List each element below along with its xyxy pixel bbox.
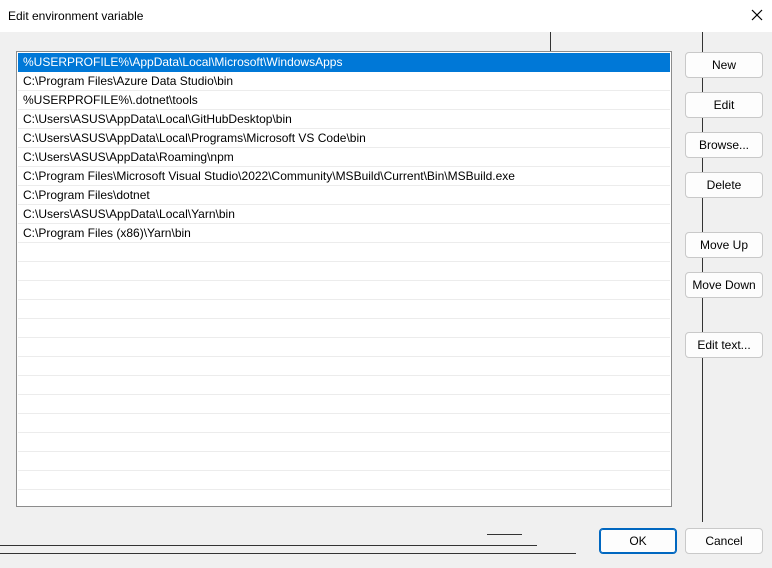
edit-environment-variable-dialog: Edit environment variable %USERPROFILE%\… [0,0,772,568]
close-button[interactable] [742,0,772,30]
dialog-title: Edit environment variable [8,9,144,23]
empty-list-row[interactable] [18,319,670,338]
empty-list-row[interactable] [18,452,670,471]
path-list-item[interactable]: C:\Program Files\Azure Data Studio\bin [18,72,670,91]
new-button[interactable]: New [685,52,763,78]
empty-list-row[interactable] [18,338,670,357]
move-up-button[interactable]: Move Up [685,232,763,258]
background-line [487,534,522,535]
path-list-item[interactable]: C:\Program Files\Microsoft Visual Studio… [18,167,670,186]
empty-list-row[interactable] [18,414,670,433]
empty-list-row[interactable] [18,471,670,490]
path-list-item[interactable]: C:\Users\ASUS\AppData\Roaming\npm [18,148,670,167]
empty-list-row[interactable] [18,376,670,395]
empty-list-row[interactable] [18,357,670,376]
cancel-button[interactable]: Cancel [685,528,763,554]
empty-list-row[interactable] [18,490,670,506]
move-down-button[interactable]: Move Down [685,272,763,298]
close-icon [751,9,763,21]
empty-list-row[interactable] [18,243,670,262]
background-line [0,545,537,546]
path-list-item[interactable]: %USERPROFILE%\.dotnet\tools [18,91,670,110]
background-line [550,32,551,51]
path-list-item[interactable]: C:\Program Files\dotnet [18,186,670,205]
edit-button[interactable]: Edit [685,92,763,118]
path-list-item[interactable]: C:\Users\ASUS\AppData\Local\GitHubDeskto… [18,110,670,129]
browse-button[interactable]: Browse... [685,132,763,158]
empty-list-row[interactable] [18,433,670,452]
path-list-item[interactable]: %USERPROFILE%\AppData\Local\Microsoft\Wi… [18,53,670,72]
path-list-item[interactable]: C:\Users\ASUS\AppData\Local\Programs\Mic… [18,129,670,148]
path-list-item[interactable]: C:\Users\ASUS\AppData\Local\Yarn\bin [18,205,670,224]
empty-list-row[interactable] [18,281,670,300]
ok-button[interactable]: OK [599,528,677,554]
empty-list-row[interactable] [18,395,670,414]
edit-text-button[interactable]: Edit text... [685,332,763,358]
title-bar: Edit environment variable [0,0,772,32]
empty-list-row[interactable] [18,300,670,319]
path-list[interactable]: %USERPROFILE%\AppData\Local\Microsoft\Wi… [16,51,672,507]
background-line [0,553,576,554]
delete-button[interactable]: Delete [685,172,763,198]
path-list-item[interactable]: C:\Program Files (x86)\Yarn\bin [18,224,670,243]
empty-list-row[interactable] [18,262,670,281]
